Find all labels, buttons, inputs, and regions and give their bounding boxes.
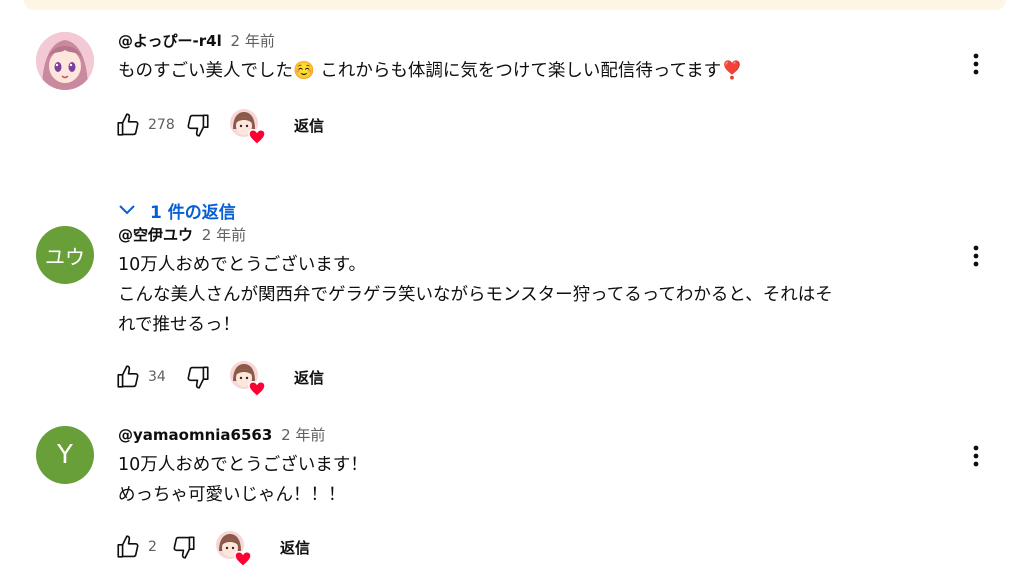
comment-menu-button[interactable] — [962, 242, 990, 270]
avatar[interactable]: ユウ — [36, 226, 94, 284]
heart-icon — [248, 129, 266, 145]
creator-heart-badge — [228, 107, 266, 145]
comment-author[interactable]: @yamaomnia6563 — [118, 426, 272, 444]
thumb-down-icon — [173, 536, 195, 559]
comment-text: 10万人おめでとうございます。 こんな美人さんが関西弁でゲラゲラ笑いながらモンス… — [118, 255, 833, 335]
comment-text: ものすごい美人でした☺️ これからも体調に気をつけて楽しい配信待ってます❣️ — [118, 61, 743, 81]
comment-text: 10万人おめでとうございます！ めっちゃ可愛いじゃん！！！ — [118, 455, 368, 505]
comment-time[interactable]: 2 年前 — [281, 426, 325, 444]
avatar[interactable]: Y — [36, 426, 94, 484]
more-vert-icon — [973, 245, 979, 267]
dislike-button[interactable] — [182, 109, 214, 141]
like-count: 278 — [148, 117, 175, 133]
heart-icon — [248, 381, 266, 397]
avatar-letter: Y — [57, 440, 73, 470]
dislike-button[interactable] — [182, 361, 214, 393]
like-count: 2 — [148, 539, 157, 555]
avatar[interactable] — [36, 32, 94, 90]
reply-button[interactable]: 返信 — [294, 115, 324, 136]
dislike-button[interactable] — [168, 531, 200, 563]
comment-author[interactable]: @よっぴー-r4l — [118, 32, 222, 50]
view-replies-button[interactable]: 1 件の返信 — [118, 192, 236, 228]
like-button[interactable] — [112, 361, 144, 393]
comment-time[interactable]: 2 年前 — [202, 226, 246, 244]
comment-menu-button[interactable] — [962, 442, 990, 470]
creator-heart-badge — [214, 529, 252, 567]
comment-time[interactable]: 2 年前 — [231, 32, 275, 50]
thumb-up-icon — [117, 365, 139, 388]
thumb-up-icon — [117, 113, 139, 136]
comment-author[interactable]: @空伊ユウ — [118, 226, 193, 244]
comment-menu-button[interactable] — [962, 50, 990, 78]
replies-count-label: 1 件の返信 — [150, 202, 236, 223]
more-vert-icon — [973, 53, 979, 75]
avatar-letter: ユウ — [45, 244, 85, 269]
thumb-down-icon — [187, 114, 209, 137]
heart-icon — [234, 551, 252, 567]
previous-comment-highlight — [24, 0, 1006, 10]
reply-button[interactable]: 返信 — [294, 367, 324, 388]
reply-button[interactable]: 返信 — [280, 537, 310, 558]
like-button[interactable] — [112, 531, 144, 563]
creator-heart-badge — [228, 359, 266, 397]
more-vert-icon — [973, 445, 979, 467]
like-button[interactable] — [112, 109, 144, 141]
thumb-up-icon — [117, 535, 139, 558]
chevron-down-icon — [119, 205, 135, 215]
like-count: 34 — [148, 369, 166, 385]
anime-avatar-icon — [36, 32, 94, 90]
thumb-down-icon — [187, 366, 209, 389]
